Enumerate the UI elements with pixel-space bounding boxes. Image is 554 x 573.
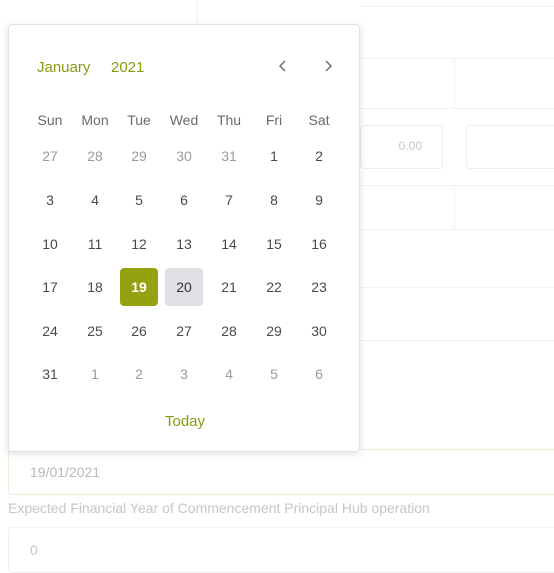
day-cell[interactable]: 27 xyxy=(31,137,69,175)
day-cell[interactable]: 25 xyxy=(76,312,114,350)
weekday-label: Mon xyxy=(81,112,109,128)
day-cell[interactable]: 18 xyxy=(76,268,114,306)
day-cell[interactable]: 10 xyxy=(31,225,69,263)
day-cell[interactable]: 13 xyxy=(165,225,203,263)
table-divider xyxy=(360,6,554,7)
day-cell[interactable]: 20 xyxy=(165,268,203,306)
day-cell[interactable]: 3 xyxy=(165,355,203,393)
day-cell[interactable]: 17 xyxy=(31,268,69,306)
day-cell[interactable]: 6 xyxy=(300,355,338,393)
commencement-year-label: Expected Financial Year of Commencement … xyxy=(8,500,430,516)
today-button[interactable]: Today xyxy=(9,413,361,430)
table-divider xyxy=(454,58,455,108)
day-cell[interactable]: 16 xyxy=(300,225,338,263)
day-cell[interactable]: 22 xyxy=(255,268,293,306)
day-cell[interactable]: 30 xyxy=(300,312,338,350)
table-divider xyxy=(360,108,554,109)
amount-input-2[interactable] xyxy=(466,125,554,169)
day-cell[interactable]: 31 xyxy=(31,355,69,393)
day-cell[interactable]: 15 xyxy=(255,225,293,263)
weekday-label: Wed xyxy=(169,112,199,128)
day-cell[interactable]: 4 xyxy=(210,355,248,393)
day-cell[interactable]: 21 xyxy=(210,268,248,306)
day-cell[interactable]: 3 xyxy=(31,181,69,219)
weekday-label: Fri xyxy=(265,112,283,128)
day-cell[interactable]: 2 xyxy=(300,137,338,175)
next-month-button[interactable] xyxy=(316,53,340,79)
selected-day-cell[interactable]: 19 xyxy=(120,268,158,306)
weekday-label: Sun xyxy=(37,112,63,128)
table-divider xyxy=(454,185,455,230)
chevron-left-icon xyxy=(279,60,286,72)
day-cell[interactable]: 7 xyxy=(210,181,248,219)
month-select[interactable]: January xyxy=(37,59,90,76)
amount-input[interactable]: 0.00 xyxy=(360,125,443,169)
day-cell[interactable]: 9 xyxy=(300,181,338,219)
table-divider xyxy=(360,287,554,288)
table-divider xyxy=(360,229,554,230)
table-divider xyxy=(360,340,554,341)
weekday-label: Thu xyxy=(216,112,242,128)
previous-month-button[interactable] xyxy=(271,53,295,79)
table-divider xyxy=(360,185,554,186)
day-cell[interactable]: 8 xyxy=(255,181,293,219)
day-cell[interactable]: 12 xyxy=(120,225,158,263)
day-cell[interactable]: 23 xyxy=(300,268,338,306)
day-cell[interactable]: 4 xyxy=(76,181,114,219)
commencement-year-input[interactable]: 0 xyxy=(8,527,554,573)
day-cell[interactable]: 24 xyxy=(31,312,69,350)
day-cell[interactable]: 1 xyxy=(76,355,114,393)
day-cell[interactable]: 28 xyxy=(76,137,114,175)
day-cell[interactable]: 11 xyxy=(76,225,114,263)
day-cell[interactable]: 26 xyxy=(120,312,158,350)
table-divider xyxy=(197,0,198,24)
day-cell[interactable]: 29 xyxy=(120,137,158,175)
day-cell[interactable]: 2 xyxy=(120,355,158,393)
chevron-right-icon xyxy=(325,60,332,72)
weekday-label: Tue xyxy=(127,112,151,128)
day-cell[interactable]: 27 xyxy=(165,312,203,350)
date-input[interactable]: 19/01/2021 xyxy=(8,449,554,495)
day-cell[interactable]: 14 xyxy=(210,225,248,263)
day-cell[interactable]: 30 xyxy=(165,137,203,175)
day-cell[interactable]: 28 xyxy=(210,312,248,350)
day-cell[interactable]: 29 xyxy=(255,312,293,350)
day-cell[interactable]: 1 xyxy=(255,137,293,175)
day-cell[interactable]: 5 xyxy=(255,355,293,393)
day-cell[interactable]: 6 xyxy=(165,181,203,219)
weekday-label: Sat xyxy=(308,112,330,128)
table-divider xyxy=(360,58,554,59)
day-cell[interactable]: 31 xyxy=(210,137,248,175)
date-picker-popup: January 2021 Sun Mon Tue Wed Thu Fri Sat 27 28 2… xyxy=(8,24,360,452)
year-select[interactable]: 2021 xyxy=(111,59,144,76)
day-cell[interactable]: 5 xyxy=(120,181,158,219)
